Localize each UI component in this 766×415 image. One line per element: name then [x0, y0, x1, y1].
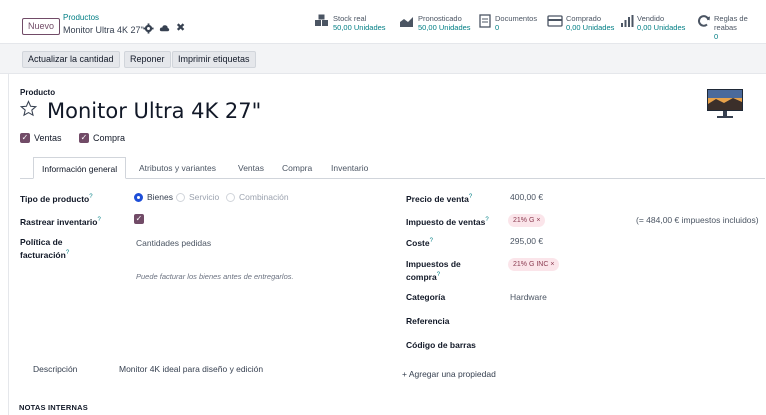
refresh-icon	[698, 15, 710, 27]
product-image[interactable]	[706, 87, 744, 121]
checkbox-label: Ventas	[34, 133, 62, 143]
document-icon	[479, 14, 491, 28]
smart-value: 50,00 Unidades	[333, 23, 386, 32]
control-panel: Nuevo Productos Monitor Ultra 4K 27" ✖ S…	[0, 0, 766, 44]
credit-card-icon	[547, 15, 563, 27]
sales-tax-label: Impuesto de ventas?	[406, 216, 489, 227]
radio-empty-icon	[176, 192, 185, 202]
smart-button-documents[interactable]: Documentos 0	[478, 14, 537, 36]
replenish-button[interactable]: Reponer	[124, 51, 171, 68]
category-field[interactable]: Hardware	[510, 292, 547, 303]
cost-field[interactable]: 295,00 €	[510, 236, 543, 247]
track-inventory-checkbox[interactable]: ✓	[134, 214, 148, 224]
sale-price-field[interactable]: 400,00 €	[510, 192, 543, 203]
breadcrumb-current: Monitor Ultra 4K 27"	[63, 25, 144, 35]
internal-notes-heading: NOTAS INTERNAS	[19, 403, 88, 412]
checkmark-icon: ✓	[20, 133, 30, 143]
radio-empty-icon	[226, 192, 235, 202]
add-property-button[interactable]: + Agregar una propiedad	[402, 369, 496, 379]
smart-button-purchased[interactable]: Comprado 0,00 Unidades	[547, 14, 614, 36]
cloud-upload-icon[interactable]	[159, 23, 170, 34]
notebook-tabs: Información general Atributos y variante…	[20, 157, 765, 179]
tax-included-note: (= 484,00 € impuestos incluidos)	[636, 215, 759, 225]
cost-label: Coste?	[406, 237, 433, 248]
radio-service[interactable]: Servicio	[176, 192, 219, 202]
purchase-tax-label: Impuestos de	[406, 259, 461, 269]
smart-value: 50,00 Unidades	[418, 23, 471, 32]
smart-button-sold[interactable]: Vendido 0,00 Unidades	[620, 14, 685, 36]
product-type-label: Tipo de producto?	[20, 193, 93, 204]
star-icon[interactable]	[20, 100, 37, 117]
sales-tax-tag[interactable]: 21% G ×	[508, 214, 546, 227]
checkbox-label: Compra	[93, 133, 126, 143]
smart-label: Stock real	[333, 14, 367, 23]
invoicing-policy-label: Política de	[20, 237, 63, 247]
smart-value: 0,00 Unidades	[637, 23, 686, 32]
description-field[interactable]: Monitor 4K ideal para diseño y edición	[119, 364, 263, 375]
tab-inventory[interactable]: Inventario	[331, 157, 368, 179]
radio-combo[interactable]: Combinación	[226, 192, 289, 202]
smart-value: 0,00 Unidades	[566, 23, 615, 32]
tab-general-info[interactable]: Información general	[33, 157, 127, 179]
barcode-label: Código de barras	[406, 340, 476, 350]
sale-price-label: Precio de venta?	[406, 193, 473, 204]
smart-value: 0	[714, 32, 719, 41]
breadcrumb-parent[interactable]: Productos	[63, 13, 99, 22]
can-be-purchased-checkbox[interactable]: ✓ Compra	[79, 133, 125, 143]
can-be-sold-checkbox[interactable]: ✓ Ventas	[20, 133, 62, 143]
smart-button-reorder-rules[interactable]: Reglas de reabas 0	[697, 14, 766, 41]
tab-sales[interactable]: Ventas	[238, 157, 264, 179]
area-chart-icon	[400, 17, 413, 27]
radio-goods[interactable]: Bienes	[134, 192, 173, 202]
new-button[interactable]: Nuevo	[22, 18, 61, 35]
reference-label: Referencia	[406, 316, 450, 326]
invoicing-policy-label-2: facturación?	[20, 249, 70, 260]
radio-selected-icon	[134, 192, 143, 202]
smart-label: Reglas de reabas	[714, 14, 748, 32]
smart-label: Pronosticado	[418, 14, 462, 23]
discard-icon[interactable]: ✖	[176, 23, 187, 34]
category-label: Categoría	[406, 292, 446, 302]
track-inventory-label: Rastrear inventario?	[20, 216, 101, 227]
checkmark-icon: ✓	[79, 133, 89, 143]
description-label: Descripción	[33, 364, 78, 374]
smart-button-forecast[interactable]: Pronosticado 50,00 Unidades	[399, 14, 471, 36]
gear-icon[interactable]	[143, 23, 154, 34]
checkmark-icon: ✓	[134, 214, 144, 224]
product-label: Producto	[20, 88, 56, 97]
tab-attributes-variants[interactable]: Atributos y variantes	[139, 157, 216, 179]
smart-value: 0	[495, 23, 500, 32]
purchase-tax-label-2: compra?	[406, 271, 441, 282]
invoicing-help-text: Puede facturar los bienes antes de entre…	[136, 272, 294, 281]
invoicing-policy-select[interactable]: Cantidades pedidas	[136, 238, 211, 249]
purchase-tax-tag[interactable]: 21% G INC ×	[508, 258, 560, 271]
smart-button-stock[interactable]: Stock real 50,00 Unidades	[314, 14, 386, 36]
tab-purchase[interactable]: Compra	[282, 157, 312, 179]
print-labels-button[interactable]: Imprimir etiquetas	[172, 51, 256, 68]
smart-label: Vendido	[637, 14, 665, 23]
form-sheet: Producto Monitor Ultra 4K 27" ✓ Ventas ✓ C…	[8, 74, 766, 415]
bar-chart-icon	[621, 15, 634, 27]
smart-label: Documentos	[495, 14, 538, 23]
update-quantity-button[interactable]: Actualizar la cantidad	[22, 51, 120, 68]
boxes-icon	[315, 14, 328, 26]
product-name[interactable]: Monitor Ultra 4K 27"	[47, 99, 261, 123]
smart-label: Comprado	[566, 14, 602, 23]
action-bar: Actualizar la cantidad Reponer Imprimir …	[0, 44, 766, 74]
